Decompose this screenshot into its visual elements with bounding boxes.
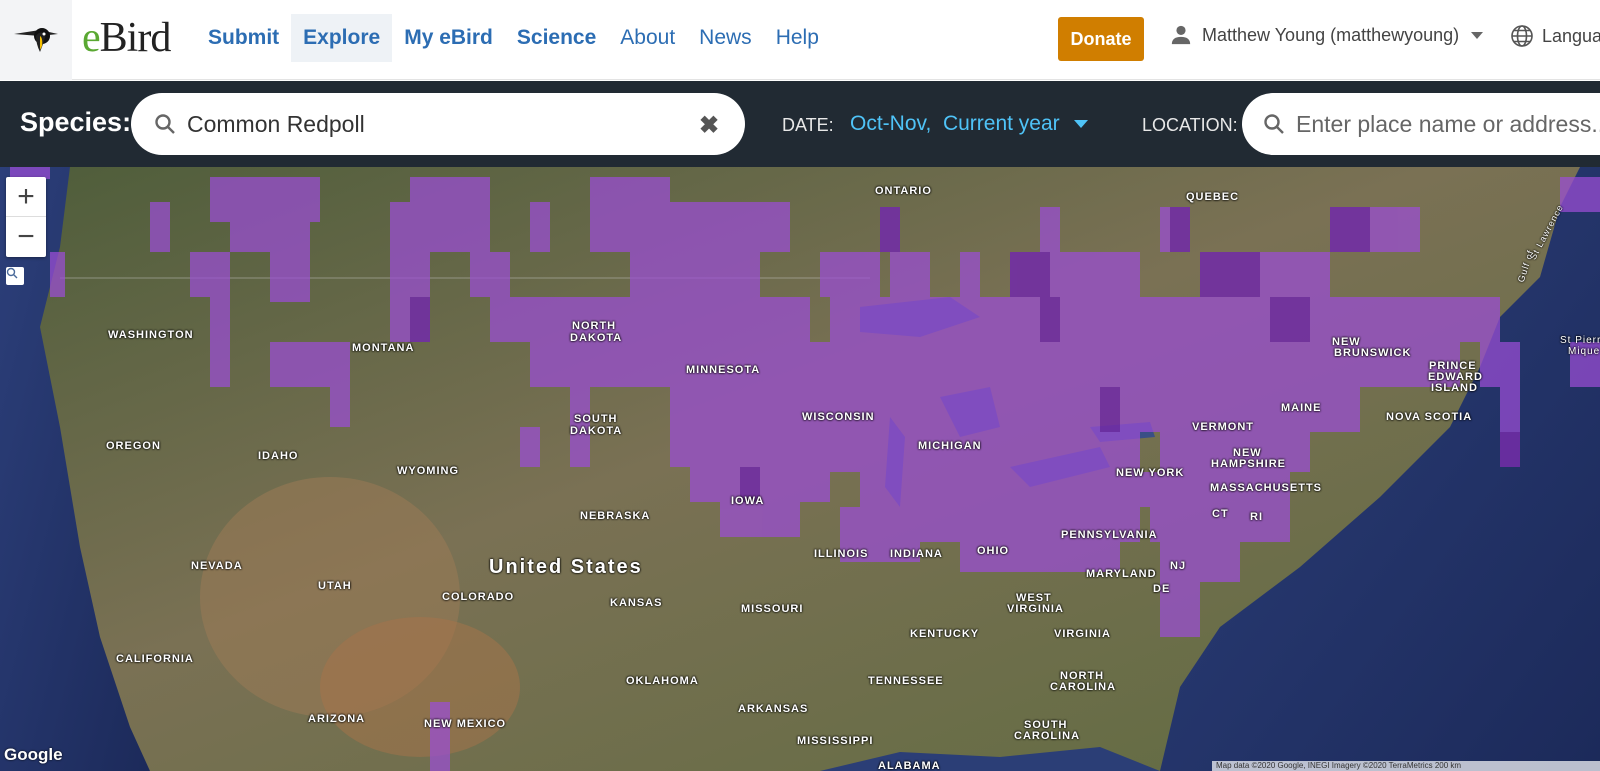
caret-down-icon <box>1073 120 1088 128</box>
ebird-logo-bird[interactable] <box>0 0 72 80</box>
map-label-tennessee: TENNESSEE <box>868 675 944 687</box>
globe-icon <box>1511 25 1533 47</box>
map-label-ontario: ONTARIO <box>875 185 932 197</box>
map-label-maryland: MARYLAND <box>1086 568 1157 580</box>
map-label-colorado: COLORADO <box>442 591 515 603</box>
map-label-mississippi: MISSISSIPPI <box>797 735 874 747</box>
person-icon <box>1171 25 1191 45</box>
map-label-iowa: IOWA <box>731 495 765 507</box>
map-label-pennsylvania: PENNSYLVANIA <box>1061 529 1158 541</box>
location-search-box <box>1242 93 1600 155</box>
map-label-virginia: VIRGINIA <box>1054 628 1111 640</box>
location-label: LOCATION: <box>1142 115 1238 135</box>
donate-button[interactable]: Donate <box>1058 17 1144 61</box>
map-label-nebraska: NEBRASKA <box>580 510 651 522</box>
zoom-fit-icon[interactable] <box>6 267 24 285</box>
google-logo: Google <box>4 745 63 764</box>
map-label-north-dakota-2: DAKOTA <box>570 332 623 344</box>
zoom-out-button[interactable]: − <box>6 217 46 257</box>
map-label-montana: MONTANA <box>352 342 415 354</box>
species-input[interactable] <box>187 105 687 143</box>
map-label-utah: UTAH <box>318 580 352 592</box>
wordmark-e: e <box>82 15 101 61</box>
map-label-ct: CT <box>1212 508 1229 520</box>
date-selector[interactable]: Oct-Nov, Current year <box>850 112 1088 136</box>
map-label-michigan: MICHIGAN <box>918 440 982 452</box>
search-icon <box>155 114 175 134</box>
map-label-st-pierre-2: Mique <box>1568 346 1600 357</box>
nav-explore[interactable]: Explore <box>291 14 393 62</box>
map-label-st-pierre-1: St Pierre <box>1560 335 1600 346</box>
map-label-oregon: OREGON <box>106 440 161 452</box>
nav-submit[interactable]: Submit <box>196 14 291 62</box>
species-search-box: ✖ <box>131 93 745 155</box>
map-background <box>0 167 1600 771</box>
map-label-oklahoma: OKLAHOMA <box>626 675 699 687</box>
nav-about[interactable]: About <box>608 14 687 62</box>
map-label-idaho: IDAHO <box>258 450 299 462</box>
wordmark-bird: Bird <box>99 15 172 61</box>
map-label-ri: RI <box>1250 511 1263 523</box>
map-label-illinois: ILLINOIS <box>814 548 869 560</box>
map-label-nj: NJ <box>1170 560 1187 572</box>
map-label-california: CALIFORNIA <box>116 653 194 665</box>
nav-news[interactable]: News <box>687 14 764 62</box>
nav-my-ebird[interactable]: My eBird <box>392 14 505 62</box>
map-label-united-states: United States <box>489 556 643 578</box>
map-label-washington: WASHINGTON <box>108 329 194 341</box>
map-label-maine: MAINE <box>1281 402 1322 414</box>
map-label-arkansas: ARKANSAS <box>738 703 809 715</box>
map-label-kentucky: KENTUCKY <box>910 628 980 640</box>
clear-icon[interactable]: ✖ <box>699 111 719 140</box>
map-label-north-dakota-1: NORTH <box>572 320 617 332</box>
user-menu[interactable]: Matthew Young (matthewyoung) <box>1170 24 1484 46</box>
map-label-nova-scotia: NOVA SCOTIA <box>1386 411 1473 423</box>
map-label-ohio: OHIO <box>977 545 1010 557</box>
map-label-nevada: NEVADA <box>191 560 243 572</box>
filter-bar: Species: ✖ DATE: Oct-Nov, Current year L… <box>0 81 1600 167</box>
species-map[interactable]: + − ONTARIO QUEBEC WASHINGTON MONTANA NO… <box>0 167 1600 771</box>
map-label-minnesota: MINNESOTA <box>686 364 761 376</box>
map-label-new-mexico: NEW MEXICO <box>424 718 507 730</box>
map-label-south-dakota-2: DAKOTA <box>570 425 623 437</box>
species-label: Species: <box>20 107 132 137</box>
chevron-down-icon <box>1471 31 1484 39</box>
map-label-west-virginia-2: VIRGINIA <box>1007 603 1064 615</box>
map-label-quebec: QUEBEC <box>1186 191 1240 203</box>
top-navigation: eBird Submit Explore My eBird Science Ab… <box>0 0 1600 80</box>
map-label-wyoming: WYOMING <box>397 465 459 477</box>
language-label: Langua <box>1542 25 1600 46</box>
date-value: Oct-Nov, Current year <box>850 112 1060 135</box>
map-label-arizona: ARIZONA <box>308 713 366 725</box>
search-icon <box>1264 114 1284 134</box>
map-label-north-carolina-2: CAROLINA <box>1050 681 1117 693</box>
main-nav-links: Submit Explore My eBird Science About Ne… <box>196 14 831 62</box>
nav-science[interactable]: Science <box>505 14 608 62</box>
location-input[interactable] <box>1296 105 1600 143</box>
map-label-alabama: ALABAMA <box>878 760 941 771</box>
map-label-south-carolina-2: CAROLINA <box>1014 730 1081 742</box>
date-label: DATE: <box>782 115 834 135</box>
map-label-new-hampshire-2: HAMPSHIRE <box>1211 458 1287 470</box>
map-label-new-york: NEW YORK <box>1116 467 1185 479</box>
map-label-vermont: VERMONT <box>1192 421 1254 433</box>
map-label-de: DE <box>1153 583 1171 595</box>
map-label-wisconsin: WISCONSIN <box>802 411 875 423</box>
map-label-missouri: MISSOURI <box>741 603 804 615</box>
map-label-massachusetts: MASSACHUSETTS <box>1210 482 1323 494</box>
map-label-new-brunswick-2: BRUNSWICK <box>1334 347 1412 359</box>
map-label-kansas: KANSAS <box>610 597 663 609</box>
bird-logo-icon <box>14 28 58 52</box>
map-attribution[interactable]: Map data ©2020 Google, INEGI Imagery ©20… <box>1212 761 1600 771</box>
language-menu[interactable]: Langua <box>1510 24 1600 48</box>
map-label-pei-3: ISLAND <box>1431 382 1478 394</box>
zoom-in-button[interactable]: + <box>6 177 46 217</box>
zoom-control: + − <box>6 177 46 257</box>
nav-help[interactable]: Help <box>764 14 831 62</box>
ebird-wordmark[interactable]: eBird <box>82 14 172 62</box>
user-name: Matthew Young (matthewyoung) <box>1202 24 1460 45</box>
map-label-south-dakota-1: SOUTH <box>574 413 618 425</box>
map-label-indiana: INDIANA <box>890 548 943 560</box>
